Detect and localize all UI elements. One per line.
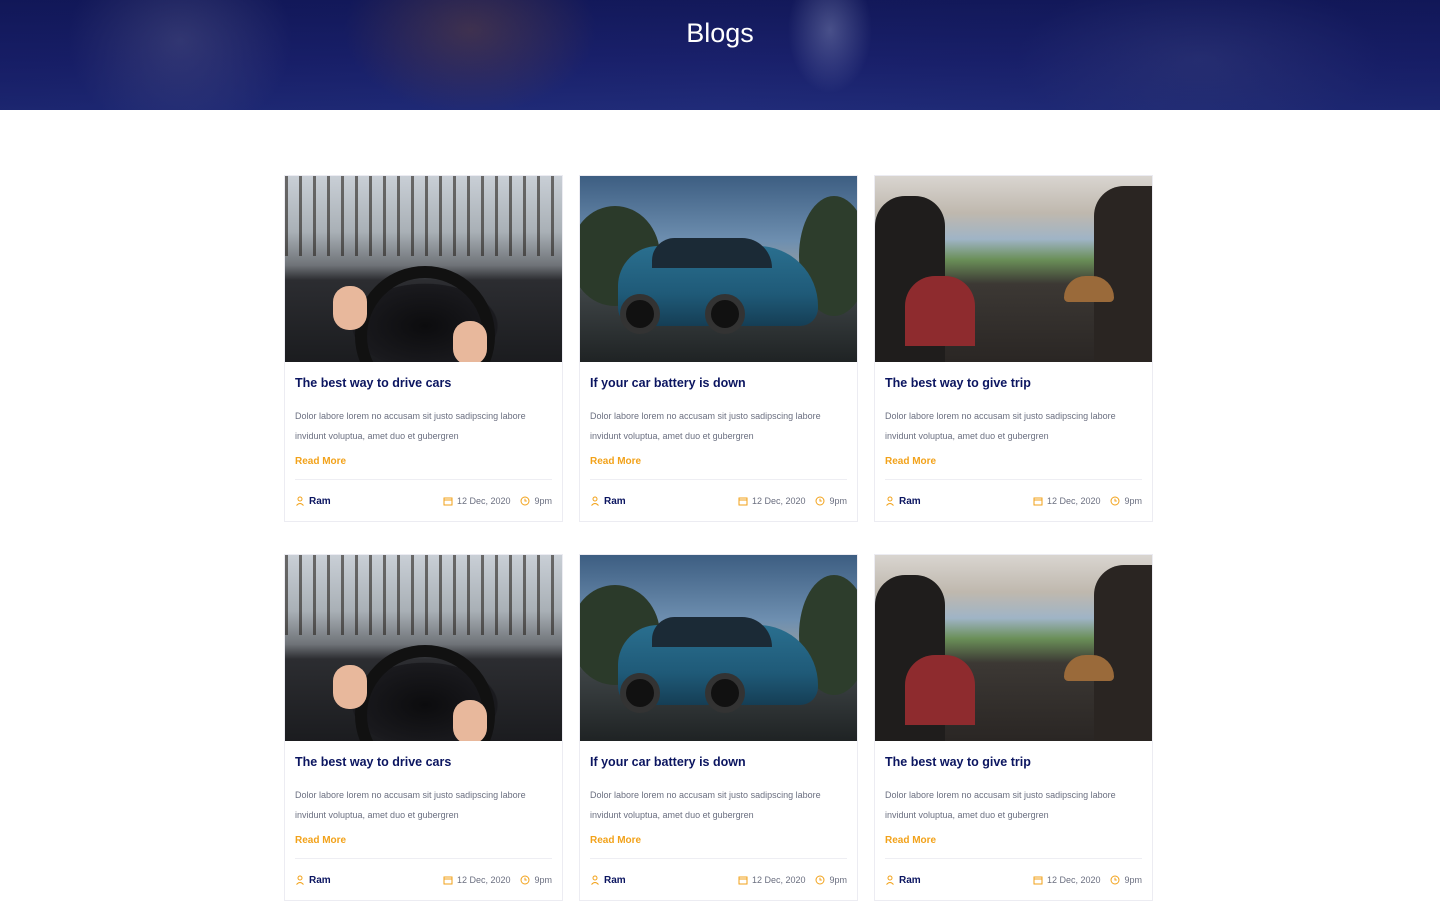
calendar-icon bbox=[738, 497, 748, 506]
blog-card-title[interactable]: The best way to give trip bbox=[885, 376, 1142, 392]
user-icon bbox=[296, 496, 304, 506]
calendar-icon bbox=[1033, 876, 1043, 885]
read-more-link[interactable]: Read More bbox=[885, 456, 936, 467]
user-icon bbox=[296, 875, 304, 885]
blog-card-title[interactable]: The best way to drive cars bbox=[295, 376, 552, 392]
author-name[interactable]: Ram bbox=[309, 875, 331, 886]
post-time: 9pm bbox=[534, 496, 552, 506]
user-icon bbox=[591, 496, 599, 506]
blog-card-image[interactable] bbox=[285, 555, 562, 741]
user-icon bbox=[591, 875, 599, 885]
author-name[interactable]: Ram bbox=[899, 496, 921, 507]
blog-card-title[interactable]: The best way to give trip bbox=[885, 755, 1142, 771]
post-date: 12 Dec, 2020 bbox=[1046, 496, 1101, 506]
blog-card-title[interactable]: The best way to drive cars bbox=[295, 755, 552, 771]
blog-card[interactable]: The best way to drive cars Dolor labore … bbox=[284, 554, 563, 901]
blog-card-excerpt: Dolor labore lorem no accusam sit justo … bbox=[885, 790, 1116, 820]
blog-card-image[interactable] bbox=[875, 555, 1152, 741]
blog-card-excerpt: Dolor labore lorem no accusam sit justo … bbox=[295, 790, 526, 820]
page-header-banner: Blogs bbox=[0, 0, 1440, 110]
clock-icon bbox=[1110, 875, 1120, 885]
blog-card[interactable]: The best way to give trip Dolor labore l… bbox=[874, 175, 1153, 522]
card-divider bbox=[295, 858, 552, 859]
blog-card-meta: Ram 12 Dec, 2020 9pm bbox=[590, 873, 847, 887]
clock-icon bbox=[520, 875, 530, 885]
blog-card-title[interactable]: If your car battery is down bbox=[590, 376, 847, 392]
user-icon bbox=[886, 875, 894, 885]
blog-grid: The best way to drive cars Dolor labore … bbox=[284, 175, 1154, 901]
post-date: 12 Dec, 2020 bbox=[456, 875, 511, 885]
card-divider bbox=[590, 479, 847, 480]
clock-icon bbox=[815, 496, 825, 506]
post-time: 9pm bbox=[534, 875, 552, 885]
blog-card-image[interactable] bbox=[285, 176, 562, 362]
post-date: 12 Dec, 2020 bbox=[456, 496, 511, 506]
blog-card[interactable]: The best way to give trip Dolor labore l… bbox=[874, 554, 1153, 901]
post-date: 12 Dec, 2020 bbox=[751, 496, 806, 506]
blog-card[interactable]: If your car battery is down Dolor labore… bbox=[579, 554, 858, 901]
blog-card-image[interactable] bbox=[875, 176, 1152, 362]
author-name[interactable]: Ram bbox=[309, 496, 331, 507]
blog-card[interactable]: If your car battery is down Dolor labore… bbox=[579, 175, 858, 522]
blog-card-meta: Ram 12 Dec, 2020 9pm bbox=[885, 873, 1142, 887]
card-divider bbox=[885, 479, 1142, 480]
blog-card-excerpt: Dolor labore lorem no accusam sit justo … bbox=[295, 411, 526, 441]
read-more-link[interactable]: Read More bbox=[885, 835, 936, 846]
post-time: 9pm bbox=[829, 875, 847, 885]
blog-card-title[interactable]: If your car battery is down bbox=[590, 755, 847, 771]
blog-card-meta: Ram 12 Dec, 2020 9pm bbox=[295, 873, 552, 887]
page-title: Blogs bbox=[686, 18, 754, 48]
blog-card-meta: Ram 12 Dec, 2020 9pm bbox=[590, 494, 847, 508]
read-more-link[interactable]: Read More bbox=[590, 835, 641, 846]
blog-card-meta: Ram 12 Dec, 2020 9pm bbox=[885, 494, 1142, 508]
clock-icon bbox=[1110, 496, 1120, 506]
card-divider bbox=[295, 479, 552, 480]
read-more-link[interactable]: Read More bbox=[295, 835, 346, 846]
blog-card-excerpt: Dolor labore lorem no accusam sit justo … bbox=[590, 411, 821, 441]
clock-icon bbox=[815, 875, 825, 885]
calendar-icon bbox=[443, 497, 453, 506]
blog-card[interactable]: The best way to drive cars Dolor labore … bbox=[284, 175, 563, 522]
read-more-link[interactable]: Read More bbox=[295, 456, 346, 467]
calendar-icon bbox=[1033, 497, 1043, 506]
post-time: 9pm bbox=[829, 496, 847, 506]
read-more-link[interactable]: Read More bbox=[590, 456, 641, 467]
author-name[interactable]: Ram bbox=[604, 496, 626, 507]
calendar-icon bbox=[738, 876, 748, 885]
card-divider bbox=[590, 858, 847, 859]
author-name[interactable]: Ram bbox=[899, 875, 921, 886]
user-icon bbox=[886, 496, 894, 506]
calendar-icon bbox=[443, 876, 453, 885]
clock-icon bbox=[520, 496, 530, 506]
blog-card-image[interactable] bbox=[580, 555, 857, 741]
post-date: 12 Dec, 2020 bbox=[1046, 875, 1101, 885]
post-date: 12 Dec, 2020 bbox=[751, 875, 806, 885]
blog-card-excerpt: Dolor labore lorem no accusam sit justo … bbox=[590, 790, 821, 820]
card-divider bbox=[885, 858, 1142, 859]
author-name[interactable]: Ram bbox=[604, 875, 626, 886]
blog-card-excerpt: Dolor labore lorem no accusam sit justo … bbox=[885, 411, 1116, 441]
blog-card-meta: Ram 12 Dec, 2020 9pm bbox=[295, 494, 552, 508]
post-time: 9pm bbox=[1124, 875, 1142, 885]
post-time: 9pm bbox=[1124, 496, 1142, 506]
blog-card-image[interactable] bbox=[580, 176, 857, 362]
